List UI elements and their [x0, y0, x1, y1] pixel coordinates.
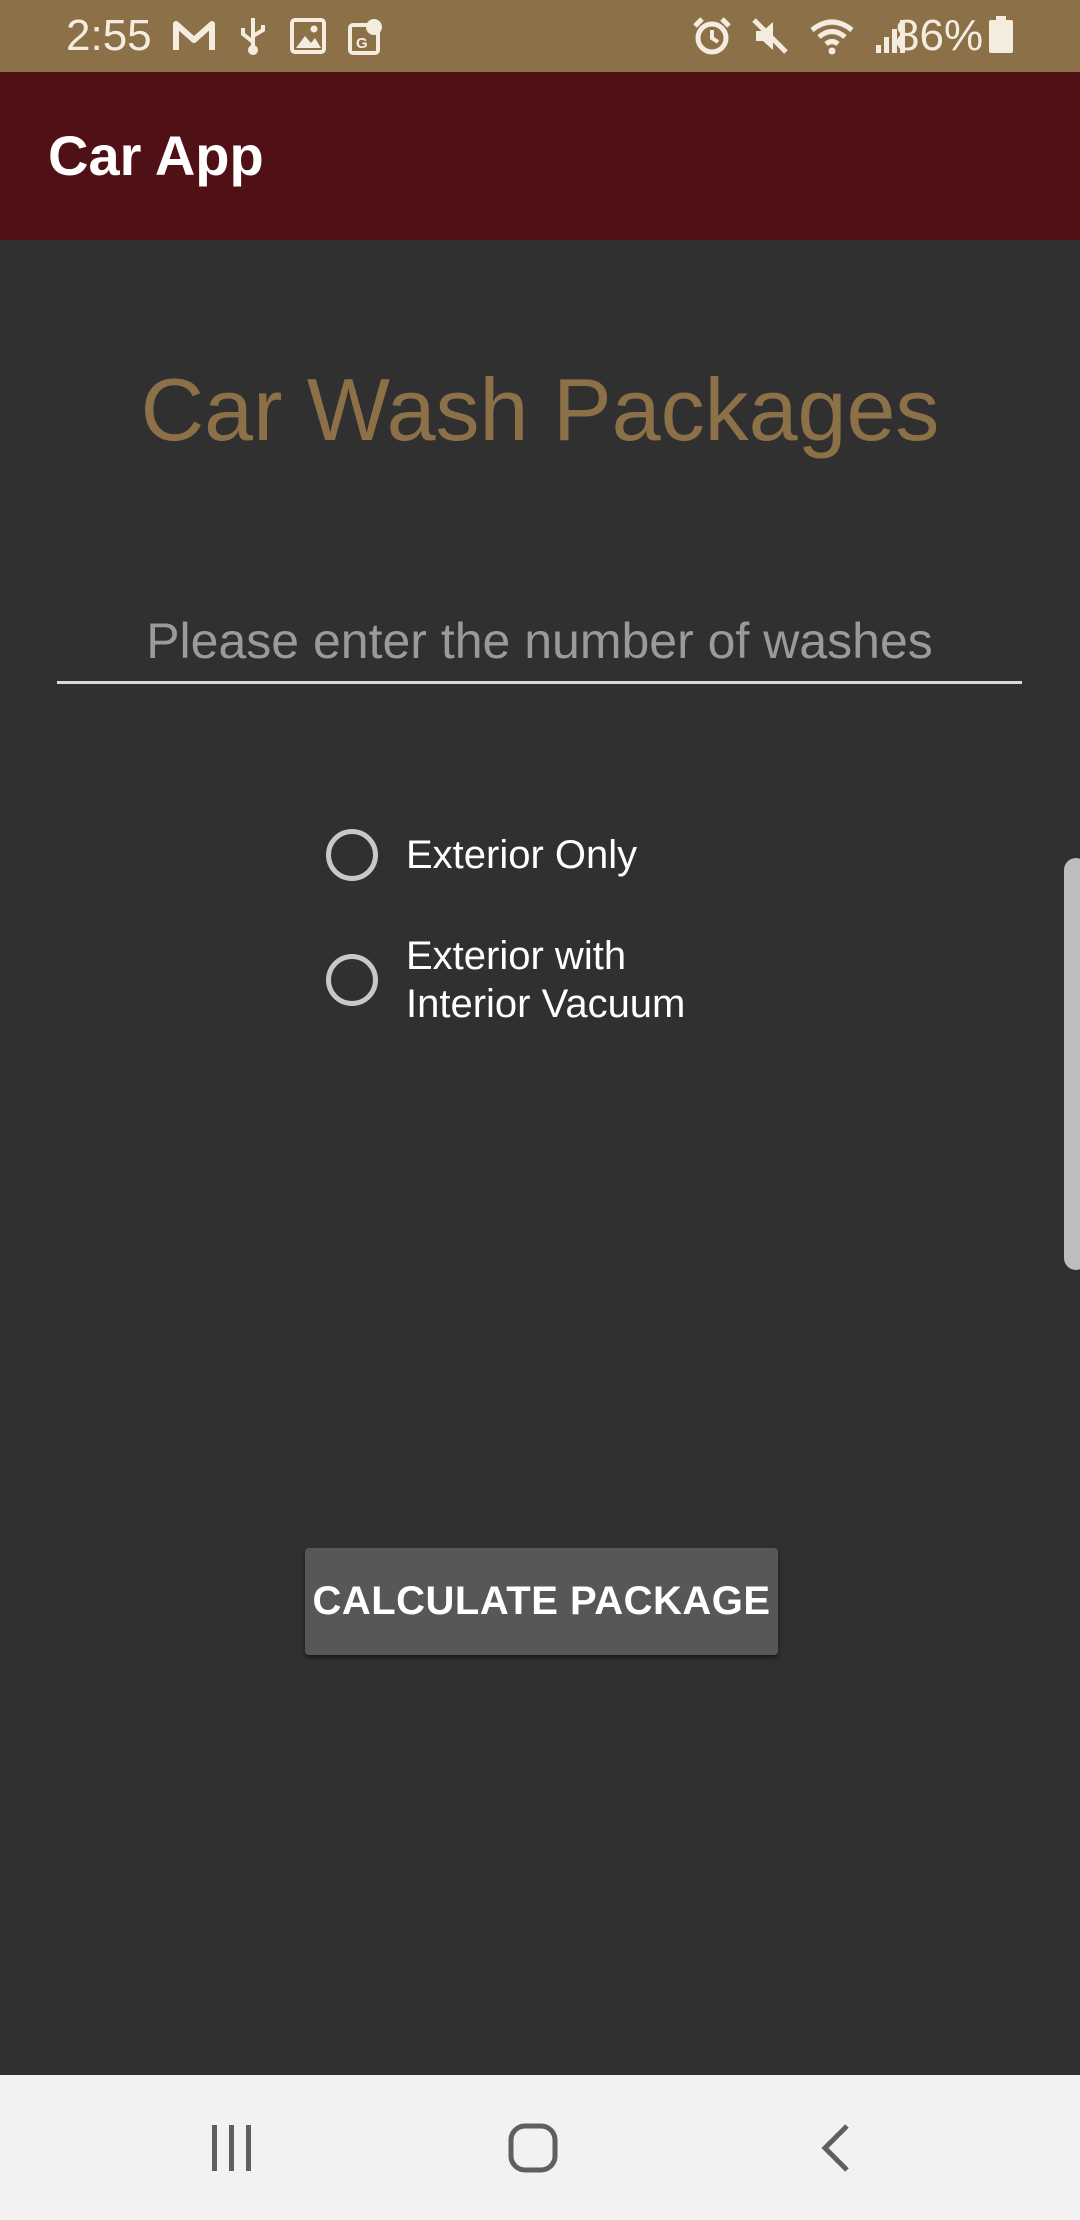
svg-text:G: G — [356, 35, 368, 52]
number-of-washes-input[interactable] — [57, 600, 1022, 684]
app-title: Car App — [48, 124, 264, 187]
recent-apps-icon — [212, 2124, 251, 2171]
radio-exterior-with-interior-vacuum[interactable]: Exterior with Interior Vacuum — [326, 932, 685, 1028]
maps-icon: G — [348, 19, 382, 55]
radio-exterior-only[interactable]: Exterior Only — [326, 829, 637, 881]
back-button[interactable] — [756, 2075, 916, 2220]
navigation-bar — [0, 2075, 1080, 2220]
mute-icon — [752, 18, 788, 54]
radio-label: Exterior Only — [406, 833, 638, 877]
radio-button-circle[interactable] — [326, 954, 378, 1006]
status-system-icons — [692, 14, 908, 58]
recent-apps-button[interactable] — [152, 2075, 312, 2220]
back-icon — [821, 2123, 849, 2172]
alarm-icon — [693, 17, 731, 55]
radio-label: Exterior with Interior Vacuum — [406, 934, 686, 1026]
battery-percent: 86% — [895, 11, 984, 60]
status-notification-icons: G — [172, 14, 384, 58]
home-button[interactable] — [453, 2075, 613, 2220]
radio-button-circle[interactable] — [326, 829, 378, 881]
scrollbar-thumb[interactable] — [1064, 858, 1080, 1270]
status-time: 2:55 — [66, 11, 152, 60]
usb-icon — [241, 18, 265, 55]
battery-icon — [989, 16, 1013, 53]
app-bar: Car App — [0, 72, 1080, 240]
status-bar: 2:55 G 86% — [0, 0, 1080, 72]
home-icon — [508, 2123, 558, 2172]
gmail-icon — [173, 21, 215, 50]
wifi-icon — [810, 19, 854, 55]
page-title: Car Wash Packages — [140, 360, 940, 459]
gallery-icon — [290, 18, 326, 54]
calculate-package-button[interactable]: CALCULATE PACKAGE — [305, 1548, 778, 1655]
